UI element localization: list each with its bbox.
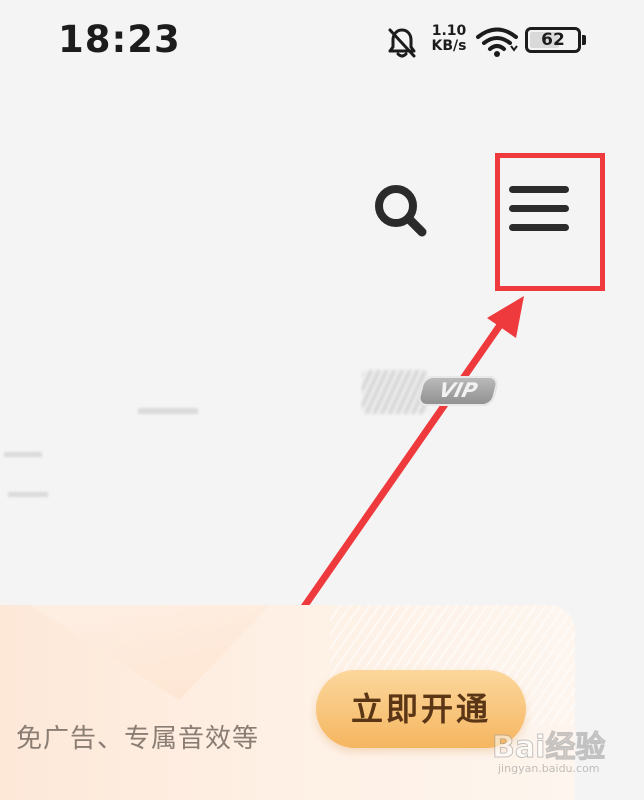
blurred-text: [4, 452, 42, 457]
banner-decoration: [30, 605, 270, 700]
baidu-jingyan-watermark: Bai经验 jingyan.baidu.com: [491, 722, 632, 782]
watermark-brand: Bai经验: [491, 730, 606, 766]
app-screen: 18:23 1.10 KB/s 62 VIP 免广告、专属音效等 立即开通 Ba…: [0, 0, 644, 800]
vip-badge-label: VIP: [436, 378, 481, 402]
blurred-username: [138, 408, 198, 414]
watermark-domain: jingyan.baidu.com: [498, 762, 600, 775]
vip-benefits-text: 免广告、专属音效等: [16, 724, 260, 754]
vip-badge[interactable]: VIP: [416, 376, 500, 406]
blurred-text: [8, 492, 48, 497]
blurred-level-icon: [362, 370, 428, 414]
